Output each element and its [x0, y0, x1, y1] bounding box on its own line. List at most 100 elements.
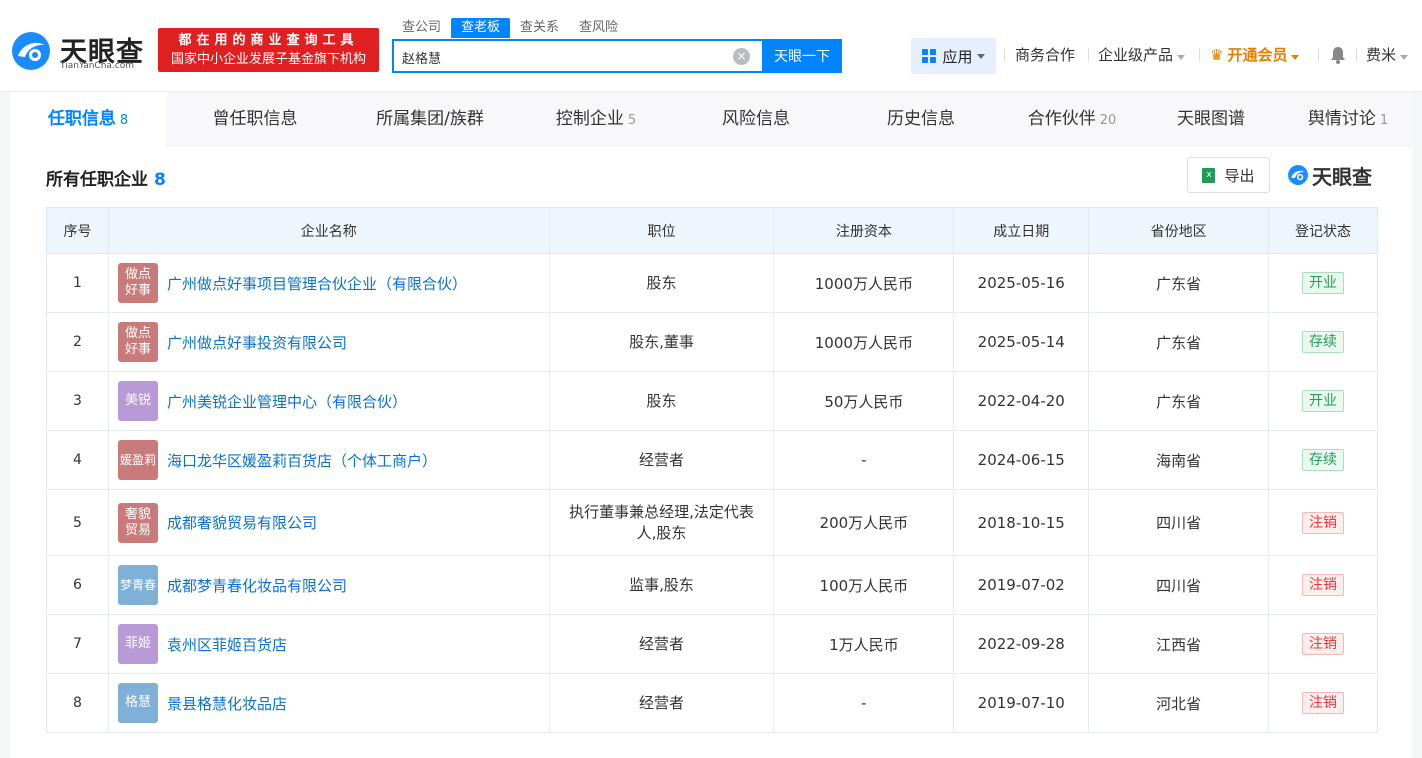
position-cell: 经营者	[548, 673, 775, 733]
company-name-link[interactable]: 袁州区菲姬百货店	[167, 634, 287, 655]
search-tab-relation[interactable]: 查关系	[510, 18, 569, 38]
tab-current-positions[interactable]: 任职信息 8	[10, 92, 166, 146]
search-tab-risk[interactable]: 查风险	[569, 18, 628, 38]
position-text: 监事,股东	[629, 575, 694, 594]
tab-count: 20	[1099, 113, 1117, 128]
company-name-link[interactable]: 广州做点好事项目管理合伙企业（有限合伙）	[167, 273, 467, 294]
tianyancha-logo-icon	[1288, 165, 1308, 185]
column-header: 职位	[548, 207, 775, 254]
company-name-link[interactable]: 海口龙华区媛盈莉百货店（个体工商户）	[167, 450, 437, 471]
capital-cell: 100万人民币	[773, 555, 955, 615]
export-button[interactable]: x 导出	[1187, 157, 1270, 193]
region-cell: 四川省	[1088, 555, 1270, 615]
tab-group[interactable]: 所属集团/族群	[344, 92, 516, 146]
row-index: 6	[46, 555, 109, 615]
table-row: 6 梦青春 成都梦青春化妆品有限公司 监事,股东 100万人民币 2019-07-02 四川…	[46, 555, 1378, 615]
company-name-link[interactable]: 成都奢貌贸易有限公司	[167, 512, 317, 533]
position-text: 执行董事兼总经理,法定代表人,股东	[569, 502, 754, 542]
company-name-link[interactable]: 广州做点好事投资有限公司	[167, 332, 347, 353]
user-name: 费米	[1366, 46, 1397, 64]
company-cell: 菲姬 袁州区菲姬百货店	[107, 614, 550, 674]
tab-label: 控制企业	[555, 109, 624, 129]
date-cell: 2019-07-10	[953, 673, 1090, 733]
user-menu[interactable]: 费米	[1366, 45, 1409, 65]
apps-grid-icon	[922, 49, 937, 63]
column-header: 企业名称	[107, 207, 550, 254]
capital-cell: 200万人民币	[773, 489, 955, 556]
nav-divider	[1356, 48, 1357, 62]
search-tab-company[interactable]: 查公司	[392, 18, 451, 38]
promo-line-2: 国家中小企业发展子基金旗下机构	[170, 52, 366, 67]
apps-dropdown[interactable]: 应用	[911, 38, 996, 74]
status-cell: 存续	[1268, 312, 1378, 372]
region-cell: 广东省	[1088, 312, 1270, 372]
bell-icon[interactable]	[1330, 46, 1346, 64]
date-cell: 2018-10-15	[953, 489, 1090, 556]
company-logo[interactable]: 媛盈莉	[117, 440, 158, 480]
positions-table: 序号 企业名称 职位 注册资本 成立日期 省份地区 登记状态 1 做点 好事 广州做点…	[46, 207, 1378, 733]
nav-vip[interactable]: ♛ 开通会员	[1210, 45, 1300, 65]
chevron-down-icon	[1400, 55, 1409, 60]
table-row: 2 做点 好事 广州做点好事投资有限公司 股东,董事 1000万人民币 2025-05-14…	[46, 312, 1378, 372]
company-name-link[interactable]: 广州美锐企业管理中心（有限合伙）	[167, 391, 407, 412]
tab-graph[interactable]: 天眼图谱	[1138, 92, 1284, 146]
tianyancha-logo[interactable]: 天眼查 TianYanCha.com	[10, 28, 160, 74]
promo-banner[interactable]: 都在用的商业查询工具 国家中小企业发展子基金旗下机构	[158, 28, 379, 72]
row-index: 4	[46, 430, 109, 490]
company-cell: 格慧 景县格慧化妆品店	[107, 673, 550, 733]
export-label: 导出	[1224, 166, 1255, 185]
company-logo[interactable]: 格慧	[117, 683, 158, 723]
position-cell: 经营者	[548, 430, 775, 490]
search-button[interactable]: 天眼一下	[762, 39, 842, 73]
company-logo[interactable]: 菲姬	[117, 624, 158, 664]
company-cell: 梦青春 成都梦青春化妆品有限公司	[107, 555, 550, 615]
nav-divider	[1004, 48, 1005, 62]
status-cell: 注销	[1268, 614, 1378, 674]
row-index: 1	[46, 253, 109, 313]
nav-divider	[1318, 48, 1319, 62]
region-cell: 广东省	[1088, 253, 1270, 313]
company-logo[interactable]: 美锐	[117, 381, 158, 421]
table-header-row: 序号 企业名称 职位 注册资本 成立日期 省份地区 登记状态	[46, 207, 1378, 254]
company-logo[interactable]: 做点 好事	[117, 263, 158, 303]
capital-cell: 1000万人民币	[773, 312, 955, 372]
search-tab-boss[interactable]: 查老板	[451, 18, 511, 38]
capital-cell: 1万人民币	[773, 614, 955, 674]
company-logo[interactable]: 梦青春	[117, 565, 158, 605]
clear-icon[interactable]: ×	[733, 48, 750, 65]
capital-cell: -	[773, 673, 955, 733]
company-logo[interactable]: 奢貌 贸易	[117, 502, 158, 543]
company-name-link[interactable]: 景县格慧化妆品店	[167, 693, 287, 714]
nav-vip-label: 开通会员	[1227, 46, 1288, 64]
region-cell: 江西省	[1088, 614, 1270, 674]
position-cell: 监事,股东	[548, 555, 775, 615]
tab-partners[interactable]: 合作伙伴 20	[1006, 92, 1138, 146]
company-info: 做点 好事 广州做点好事项目管理合伙企业（有限合伙）	[109, 263, 549, 303]
position-text: 股东	[646, 273, 677, 292]
status-badge: 存续	[1302, 331, 1345, 353]
tab-former-positions[interactable]: 曾任职信息	[166, 92, 344, 146]
table-body: 1 做点 好事 广州做点好事项目管理合伙企业（有限合伙） 股东 1000万人民币 2025-…	[46, 253, 1378, 733]
tab-history-info[interactable]: 历史信息	[836, 92, 1006, 146]
table-row: 4 媛盈莉 海口龙华区媛盈莉百货店（个体工商户） 经营者 -2024-06-15 海南省 存…	[46, 430, 1378, 490]
tab-controlled-companies[interactable]: 控制企业 5	[516, 92, 676, 146]
company-cell: 媛盈莉 海口龙华区媛盈莉百货店（个体工商户）	[107, 430, 550, 490]
detail-tabs: 任职信息 8 曾任职信息 所属集团/族群 控制企业 5 风险信息 历史信息 合作伙伴…	[10, 92, 1412, 146]
section-title-text: 所有任职企业	[46, 170, 148, 190]
promo-line-1: 都在用的商业查询工具	[178, 33, 359, 48]
search-input[interactable]	[402, 47, 722, 67]
tab-risk-info[interactable]: 风险信息	[676, 92, 836, 146]
table-row: 7 菲姬 袁州区菲姬百货店 经营者 1万人民币 2022-09-28 江西省 注销	[46, 614, 1378, 674]
apps-label: 应用	[942, 47, 973, 66]
position-text: 经营者	[639, 634, 685, 653]
company-logo[interactable]: 做点 好事	[117, 322, 158, 362]
date-cell: 2024-06-15	[953, 430, 1090, 490]
date-cell: 2025-05-14	[953, 312, 1090, 372]
nav-divider	[1199, 48, 1200, 62]
nav-enterprise-products[interactable]: 企业级产品	[1098, 45, 1186, 65]
company-cell: 做点 好事 广州做点好事项目管理合伙企业（有限合伙）	[107, 253, 550, 313]
nav-business-cooperation[interactable]: 商务合作	[1015, 45, 1075, 65]
tab-public-opinion[interactable]: 舆情讨论 1	[1284, 92, 1412, 146]
company-name-link[interactable]: 成都梦青春化妆品有限公司	[167, 575, 347, 596]
nav-divider	[1088, 48, 1089, 62]
